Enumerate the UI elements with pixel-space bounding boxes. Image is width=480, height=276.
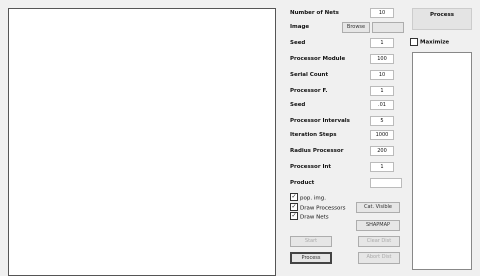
field-label: Seed	[290, 102, 306, 108]
process-listbox[interactable]	[412, 52, 472, 270]
field-label: Processor Intervals	[290, 118, 350, 124]
field-label: Seed	[290, 40, 306, 46]
form-row: Number of Nets 10	[290, 8, 410, 20]
field-label: Image	[290, 24, 310, 30]
start-button[interactable]: Start	[290, 236, 332, 247]
field-input[interactable]: .01	[370, 100, 394, 110]
clear-dist-button[interactable]: Clear Dist	[358, 236, 400, 247]
field-label: Product	[290, 180, 315, 186]
checkbox-label: Draw Nets	[300, 214, 329, 221]
field-input[interactable]: 100	[370, 54, 394, 64]
drawing-canvas[interactable]	[8, 8, 276, 276]
form-row: Seed 1	[290, 38, 410, 50]
field-input[interactable]	[370, 178, 402, 188]
cat-visible-button[interactable]: Cat. Visible	[356, 202, 400, 213]
checkbox-box[interactable]	[410, 38, 418, 46]
checkbox-label: pop. img.	[300, 195, 326, 202]
field-label: Iteration Steps	[290, 132, 337, 138]
option-checkbox[interactable]: ✓ Draw Nets	[290, 212, 329, 221]
field-label: Number of Nets	[290, 10, 339, 16]
field-input[interactable]: 10	[370, 8, 394, 18]
option-checkbox[interactable]: ✓ Draw Processors	[290, 203, 346, 212]
field-label: Processor Int	[290, 164, 332, 170]
process-button[interactable]: Process	[290, 252, 332, 264]
form-row: Processor Int 1	[290, 162, 410, 174]
checkbox-box[interactable]: ✓	[290, 203, 298, 211]
form-row: Processor Intervals 5	[290, 116, 410, 128]
panel-title: Process	[412, 8, 472, 30]
blank-button[interactable]	[372, 22, 404, 33]
browse-button[interactable]: Browse	[342, 22, 370, 33]
field-label: Processor F.	[290, 88, 328, 94]
checkbox-label: Draw Processors	[300, 205, 346, 212]
maximize-checkbox[interactable]: Maximize	[410, 38, 449, 46]
field-label: Radius Processor	[290, 148, 344, 154]
field-input[interactable]: 1	[370, 162, 394, 172]
form-row: Product	[290, 178, 410, 190]
shapmap-button[interactable]: SHAPMAP	[356, 220, 400, 231]
form-row: Iteration Steps 1000	[290, 130, 410, 142]
form-row: Serial Count 10	[290, 70, 410, 82]
field-input[interactable]: 10	[370, 70, 394, 80]
maximize-label: Maximize	[420, 39, 450, 46]
abort-dist-button[interactable]: Abort Dist	[358, 252, 400, 264]
form-row: Seed .01	[290, 100, 410, 112]
field-input[interactable]: 5	[370, 116, 394, 126]
field-input[interactable]: 200	[370, 146, 394, 156]
checkbox-box[interactable]: ✓	[290, 212, 298, 220]
form-row: Radius Processor 200	[290, 146, 410, 158]
field-label: Processor Module	[290, 56, 346, 62]
checkbox-box[interactable]: ✓	[290, 193, 298, 201]
field-label: Serial Count	[290, 72, 329, 78]
field-input[interactable]: 1	[370, 86, 394, 96]
option-checkbox[interactable]: ✓ pop. img.	[290, 193, 326, 202]
field-input[interactable]: 1000	[370, 130, 394, 140]
form-row: Processor Module 100	[290, 54, 410, 66]
form-row: Processor F. 1	[290, 86, 410, 98]
field-input[interactable]: 1	[370, 38, 394, 48]
